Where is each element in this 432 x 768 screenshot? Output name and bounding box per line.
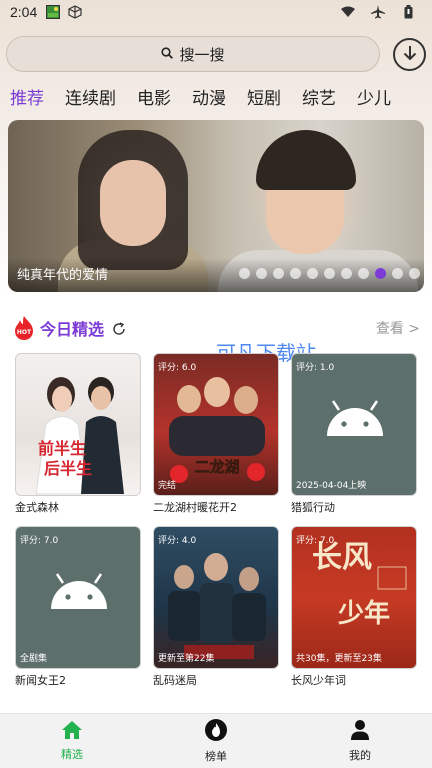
media-card[interactable]: 前半生 后半生 金式森林 [15,353,141,515]
nav-item-profile[interactable]: 我的 [288,714,432,768]
card-title: 长风少年词 [291,674,346,687]
nav-item-featured[interactable]: 精选 [0,714,144,768]
svg-text:前半生: 前半生 [38,439,86,458]
svg-text:二龙湖: 二龙湖 [194,458,239,476]
nav-item-rankings[interactable]: 榜单 [144,714,288,768]
media-card[interactable]: 二龙湖 评分: 6.0 完结 二龙湖村暖花开2 [153,353,279,515]
banner-pagination [239,268,420,279]
tab-recommended[interactable]: 推荐 [10,84,44,110]
media-card[interactable]: 评分: 1.0 2025-04-04上映 猎狐行动 [291,353,417,515]
pagination-dot[interactable] [375,268,386,279]
featured-banner[interactable]: 纯真年代的爱情 [8,120,424,292]
status-time: 2:04 [10,4,38,20]
nav-label: 榜单 [205,750,227,763]
card-title: 新闻女王2 [15,674,66,687]
tab-kids[interactable]: 少儿 [357,84,391,110]
card-rating: 评分: 4.0 [158,536,197,546]
android-icon [51,573,107,609]
hot-badge-text: HOT [17,329,32,336]
card-rating: 评分: 6.0 [158,363,197,373]
media-card[interactable]: 评分: 7.0 全剧集 新闻女王2 [15,526,141,688]
poster-placeholder: 评分: 7.0 全剧集 [15,526,141,669]
category-tabs: 推荐 连续剧 电影 动漫 短剧 综艺 少儿 [10,84,412,110]
android-icon [327,400,383,436]
poster-image: 长风 少年 评分: 7.0 共30集，更新至23集 [291,526,417,669]
card-rating: 评分: 7.0 [20,536,59,546]
battery-icon [400,4,416,20]
card-rating: 评分: 1.0 [296,363,335,373]
pagination-dot[interactable] [273,268,284,279]
search-input[interactable]: 搜一搜 [6,36,380,72]
nav-label: 精选 [61,748,83,761]
card-status: 全剧集 [20,654,48,664]
image-icon [45,4,61,20]
poster-placeholder: 评分: 1.0 2025-04-04上映 [291,353,417,496]
pagination-dot[interactable] [307,268,318,279]
airplane-icon [370,4,386,20]
banner-hair-right [256,130,356,190]
card-title: 猎狐行动 [291,501,335,514]
pagination-dot[interactable] [358,268,369,279]
search-placeholder: 搜一搜 [179,45,225,64]
banner-face-left [100,160,166,246]
card-title: 二龙湖村暖花开2 [153,501,237,514]
tab-movies[interactable]: 电影 [137,84,171,110]
tab-variety[interactable]: 综艺 [302,84,336,110]
media-card[interactable]: 长风 少年 评分: 7.0 共30集，更新至23集 长风少年词 [291,526,417,688]
refresh-icon[interactable] [112,321,126,335]
bottom-navigation: 精选 榜单 我的 [0,713,432,768]
banner-caption: 纯真年代的爱情 [17,268,109,283]
cube-icon [67,4,83,20]
section-title: 今日精选 [40,320,105,339]
card-title: 乱码迷局 [153,674,197,687]
card-status: 共30集，更新至23集 [296,654,382,664]
card-title: 金式森林 [15,501,59,514]
media-card[interactable]: 评分: 4.0 更新至第22集 乱码迷局 [153,526,279,688]
poster-image: 前半生 后半生 [15,353,141,496]
card-status: 完结 [158,481,177,491]
user-icon [350,719,370,744]
status-bar: 2:04 [0,0,432,24]
hot-flame-icon: HOT [12,315,36,341]
home-icon [61,720,83,743]
tab-anime[interactable]: 动漫 [192,84,226,110]
download-icon [402,44,418,66]
pagination-dot[interactable] [290,268,301,279]
poster-image: 评分: 4.0 更新至第22集 [153,526,279,669]
poster-image: 二龙湖 评分: 6.0 完结 [153,353,279,496]
card-status: 更新至第22集 [158,654,215,664]
tab-series[interactable]: 连续剧 [65,84,116,110]
svg-text:少年: 少年 [337,598,390,629]
see-more-link[interactable]: 查看 > [376,318,420,338]
pagination-dot[interactable] [324,268,335,279]
flame-icon [204,718,228,745]
pagination-dot[interactable] [392,268,403,279]
tab-short-drama[interactable]: 短剧 [247,84,281,110]
card-rating: 评分: 7.0 [296,536,335,546]
search-icon [161,45,174,63]
pagination-dot[interactable] [341,268,352,279]
pagination-dot[interactable] [239,268,250,279]
card-status: 2025-04-04上映 [296,481,367,491]
download-button[interactable] [393,38,426,71]
nav-label: 我的 [349,749,371,762]
svg-text:后半生: 后半生 [44,459,92,478]
pagination-dot[interactable] [256,268,267,279]
wifi-icon [340,4,356,20]
pagination-dot[interactable] [409,268,420,279]
